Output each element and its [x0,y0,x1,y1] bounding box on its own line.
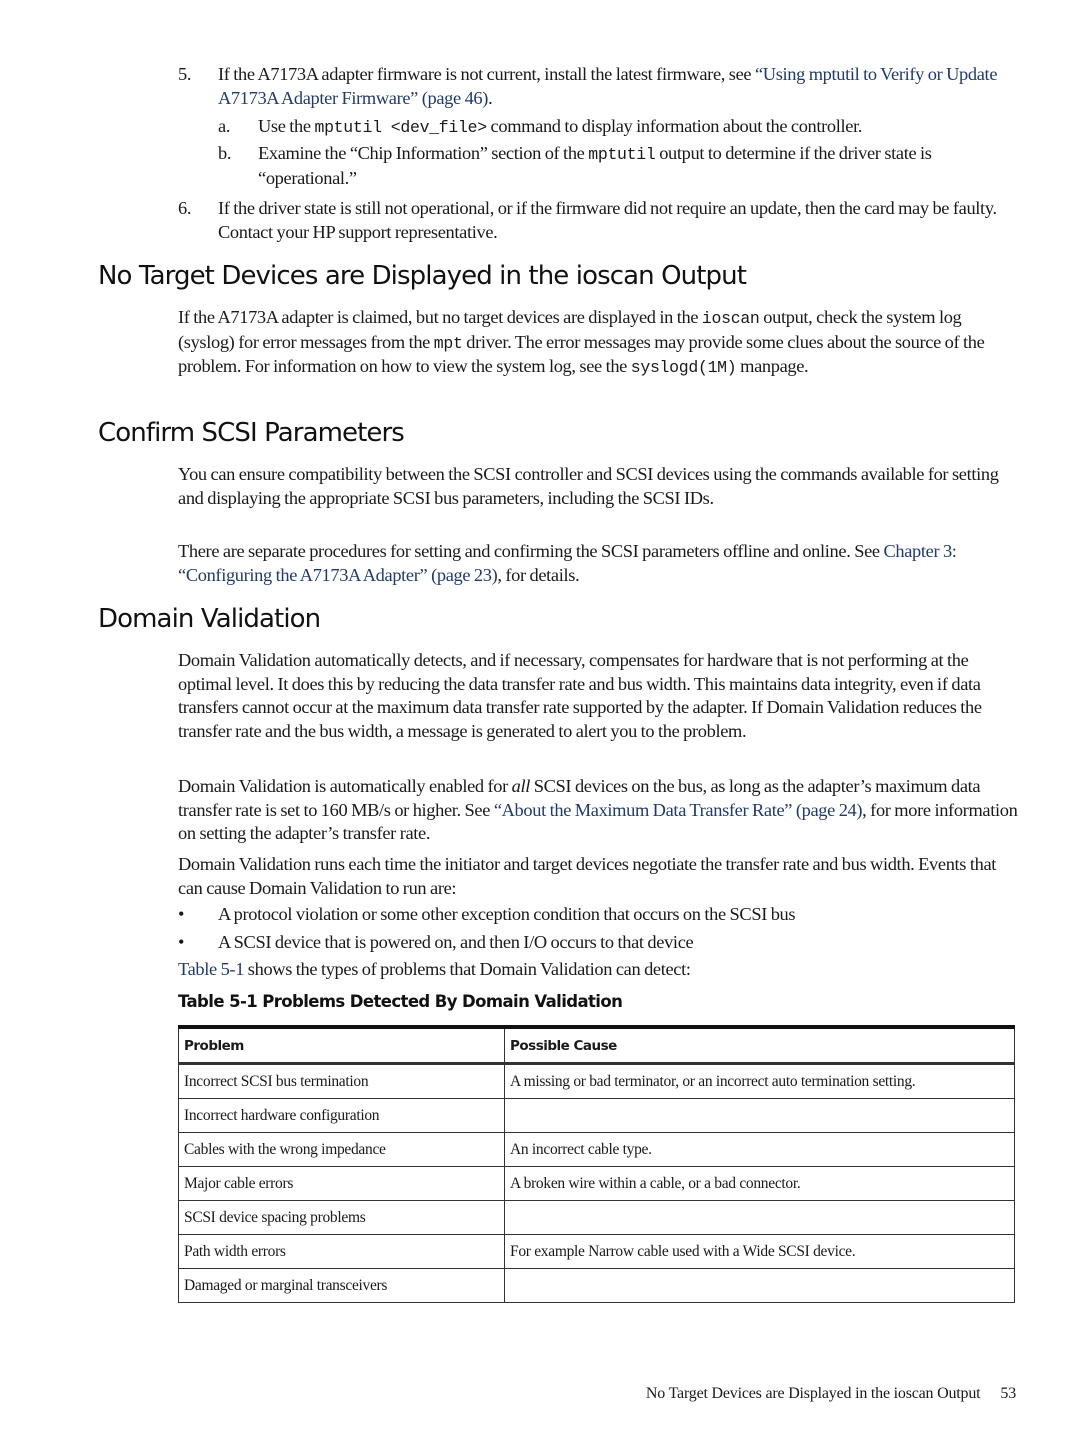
text-run: If the A7173A adapter is claimed, but no… [178,307,702,327]
table-5-1-link[interactable]: Table 5-1 [178,959,244,979]
section-title-confirm-scsi: Confirm SCSI Parameters [98,418,405,448]
step-text-before: If the A7173A adapter firmware is not cu… [218,64,755,84]
cell-problem: Damaged or marginal transceivers [178,1268,505,1303]
page-footer: No Target Devices are Displayed in the i… [560,1385,1016,1403]
max-data-transfer-rate-link[interactable]: “About the Maximum Data Transfer Rate” (… [494,800,863,820]
confirm-scsi-paragraph-2: There are separate procedures for settin… [178,540,1018,587]
step-number: 6. [178,198,192,218]
step-text-after: . [488,87,493,108]
substep-text: Examine the “Chip Information” section o… [258,142,1018,190]
cell-problem: Incorrect hardware configuration [178,1098,505,1133]
text-run: Domain Validation is automatically enabl… [178,776,512,796]
running-title: No Target Devices are Displayed in the i… [645,1385,981,1402]
bullet-icon: • [178,932,185,952]
document-page: 5. If the A7173A adapter firmware is not… [0,0,1080,1438]
confirm-scsi-paragraph-1: You can ensure compatibility between the… [178,464,999,508]
no-target-paragraph: If the A7173A adapter is claimed, but no… [178,306,1018,380]
cell-problem: Cables with the wrong impedance [178,1132,505,1167]
section-title-no-target-devices: No Target Devices are Displayed in the i… [98,261,747,291]
cell-cause [504,1098,1015,1133]
table-row: Major cable errors A broken wire within … [178,1166,1015,1201]
cell-cause: For example Narrow cable used with a Wid… [504,1234,1015,1269]
step-text: If the A7173A adapter firmware is not cu… [218,63,1018,110]
cell-problem: SCSI device spacing problems [178,1200,505,1235]
domain-validation-paragraph-1: Domain Validation automatically detects,… [178,650,982,741]
table-caption: Table 5-1 Problems Detected By Domain Va… [178,992,623,1011]
bullet-text: A SCSI device that is powered on, and th… [218,932,694,952]
cell-cause: A missing or bad terminator, or an incor… [504,1063,1015,1099]
cell-cause: An incorrect cable type. [504,1132,1015,1167]
substep-text-pre: Use the [258,116,315,136]
code-syslogd: syslogd(1M) [630,358,737,378]
substep-letter: b. [218,143,232,163]
table-intro-paragraph: Table 5-1 shows the types of problems th… [178,958,1018,982]
cell-cause: A broken wire within a cable, or a bad c… [504,1166,1015,1201]
table-row: Cables with the wrong impedance An incor… [178,1132,1015,1167]
code-mptutil: mptutil [588,145,656,164]
text-run: There are separate procedures for settin… [178,541,884,561]
text-run: shows the types of problems that Domain … [244,959,691,979]
column-header-problem: Problem [178,1026,505,1065]
code-ioscan: ioscan [701,309,760,328]
text-run: manpage. [736,356,809,377]
cell-problem: Incorrect SCSI bus termination [178,1063,505,1099]
table-row: SCSI device spacing problems [178,1200,1015,1235]
substep-text-pre: Examine the “Chip Information” section o… [258,143,589,163]
cell-cause [504,1200,1015,1235]
step-number: 5. [178,64,192,84]
table-row: Incorrect hardware configuration [178,1098,1015,1133]
code-mptutil-devfile: mptutil <dev_file> [314,118,487,137]
problems-table: Problem Possible Cause Incorrect SCSI bu… [178,1025,1015,1303]
cell-problem: Major cable errors [178,1166,505,1201]
column-header-possible-cause: Possible Cause [504,1026,1015,1065]
text-run: , for details. [497,564,580,585]
cell-cause [504,1268,1015,1303]
substep-text-post: command to display information about the… [486,116,863,136]
page-number: 53 [1000,1385,1016,1402]
table-header-row: Problem Possible Cause [178,1026,1015,1065]
table-row: Damaged or marginal transceivers [178,1268,1015,1303]
step-text: If the driver state is still not operati… [218,198,997,242]
table-row: Path width errors For example Narrow cab… [178,1234,1015,1269]
domain-validation-paragraph-3: Domain Validation runs each time the ini… [178,854,997,898]
bullet-icon: • [178,904,185,924]
substep-text: Use the mptutil <dev_file> command to di… [258,115,1018,140]
substep-letter: a. [218,116,231,136]
table-row: Incorrect SCSI bus termination A missing… [178,1063,1015,1099]
cell-problem: Path width errors [178,1234,505,1269]
section-title-domain-validation: Domain Validation [98,604,321,634]
bullet-text: A protocol violation or some other excep… [218,904,796,924]
code-mpt: mpt [433,333,463,353]
domain-validation-paragraph-2: Domain Validation is automatically enabl… [178,775,1018,846]
emphasis-all: all [511,776,531,796]
